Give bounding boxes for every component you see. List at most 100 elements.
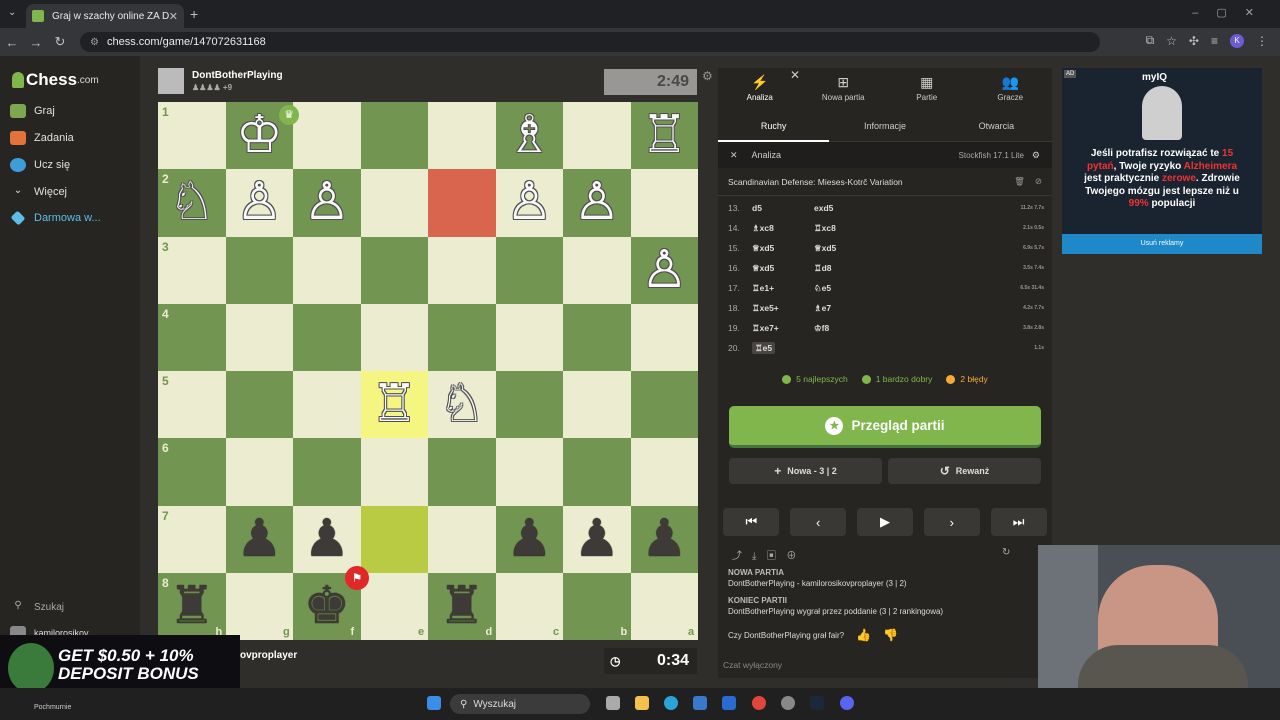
black-move[interactable]: ♗e7 (814, 303, 876, 314)
store-icon[interactable] (722, 696, 736, 710)
white-move[interactable]: ♖xe5+ (752, 303, 814, 314)
black-piece[interactable]: ♟ (563, 506, 631, 573)
board-square[interactable] (630, 169, 698, 237)
tab-new-game[interactable]: ⊞ Nowa partia (802, 68, 886, 108)
white-move[interactable]: ♕xd5 (752, 263, 814, 274)
board-square[interactable] (360, 505, 428, 573)
board-square[interactable] (428, 303, 496, 371)
reload-icon[interactable]: ↻ (48, 34, 72, 50)
board-square[interactable] (428, 505, 496, 573)
site-info-icon[interactable]: ⚙ (90, 37, 99, 48)
game-review-button[interactable]: ★ Przegląd partii (729, 406, 1041, 448)
steam-icon[interactable] (810, 696, 824, 710)
white-move[interactable]: d5 (752, 203, 814, 213)
board-square[interactable] (428, 169, 496, 237)
image-icon[interactable]: ▣ (766, 551, 786, 562)
first-move-button[interactable]: ⏮ (723, 508, 780, 536)
install-icon[interactable]: ⧉ (1146, 33, 1155, 48)
board-square[interactable] (630, 438, 698, 506)
board-square[interactable] (563, 236, 631, 304)
board-square[interactable] (360, 169, 428, 237)
new-tab-icon[interactable]: + (190, 6, 198, 22)
board-square[interactable] (225, 371, 293, 439)
white-piece[interactable]: ♖ (631, 102, 699, 169)
board-square[interactable] (293, 102, 361, 170)
board-square[interactable] (360, 303, 428, 371)
white-piece[interactable]: ♙ (496, 169, 564, 236)
black-move[interactable]: ♖xc8 (814, 223, 876, 234)
white-piece[interactable]: ♖ (361, 371, 429, 438)
tab-games[interactable]: ▦ Partie (885, 68, 969, 108)
app-icon[interactable] (781, 696, 795, 710)
new-game-button[interactable]: + Nowa - 3 | 2 (729, 458, 882, 484)
white-move[interactable]: ♗xc8 (752, 223, 814, 234)
board-square[interactable] (428, 102, 496, 170)
browser-tab[interactable]: Graj w szachy online ZA DARMO ✕ (26, 4, 184, 28)
black-piece[interactable]: ♟ (293, 506, 361, 573)
board-square[interactable] (563, 371, 631, 439)
board-square[interactable] (360, 438, 428, 506)
address-bar[interactable]: ⚙ chess.com/game/147072631168 (80, 32, 1100, 52)
white-piece[interactable]: ♙ (226, 169, 294, 236)
white-move[interactable]: ♖e5 (752, 341, 814, 354)
tab-players[interactable]: 👥 Gracze (969, 68, 1053, 108)
white-piece[interactable]: ♙ (293, 169, 361, 236)
discord-icon[interactable] (840, 696, 854, 710)
sidebar-item-free-week[interactable]: Darmowa w... (10, 210, 101, 226)
board-square[interactable] (360, 102, 428, 170)
bookmark-star-icon[interactable]: ☆ (1166, 34, 1177, 48)
tab-analysis[interactable]: ⚡ Analiza (718, 68, 802, 108)
board-square[interactable] (495, 236, 563, 304)
board-square[interactable] (293, 303, 361, 371)
board-square[interactable] (225, 438, 293, 506)
board-square[interactable] (225, 303, 293, 371)
board-square[interactable] (630, 303, 698, 371)
extensions-icon[interactable]: ✣ (1189, 34, 1199, 48)
disable-icon[interactable]: ⊘ (1035, 176, 1042, 187)
white-move[interactable]: ♖xe7+ (752, 323, 814, 334)
black-move[interactable]: exd5 (814, 203, 876, 213)
subtab-info[interactable]: Informacje (829, 110, 940, 142)
close-icon[interactable]: ✕ (790, 68, 800, 82)
chess-board[interactable]: ♔ ♗ ♖ ♘ ♙ ♙ ♙ ♙ ♙ ♖ ♘ ♟ ♟ ♟ ♟ ♟ ♜ ♚ ♜ 1 2 3 4 5 6 7 8 h g f e d c b a (158, 102, 698, 640)
thumbs-down-icon[interactable]: 👎 (883, 628, 898, 642)
board-square[interactable] (495, 371, 563, 439)
board-square[interactable] (563, 303, 631, 371)
next-move-button[interactable]: › (923, 508, 980, 536)
download-icon[interactable]: ⤓ (752, 551, 766, 562)
last-move-button[interactable]: ⏭ (990, 508, 1047, 536)
sidebar-item-more[interactable]: ⌄ Więcej (10, 185, 67, 199)
white-piece[interactable]: ♘ (428, 371, 496, 438)
edge-icon[interactable] (664, 696, 678, 710)
chesscom-logo[interactable]: Chess .com (12, 70, 99, 90)
board-square[interactable] (360, 236, 428, 304)
share-icon[interactable]: ⤴ (732, 551, 752, 562)
close-analysis-icon[interactable]: ✕ (730, 150, 738, 161)
top-player-name[interactable]: DontBotherPlaying (192, 70, 283, 81)
sidebar-item-learn[interactable]: Ucz się (10, 158, 70, 172)
white-move[interactable]: ♖e1+ (752, 283, 814, 294)
board-square[interactable] (428, 236, 496, 304)
profile-avatar[interactable]: K (1230, 33, 1244, 48)
board-square[interactable] (293, 236, 361, 304)
white-piece[interactable]: ♙ (563, 169, 631, 236)
board-square[interactable] (495, 303, 563, 371)
black-piece[interactable]: ♟ (496, 506, 564, 573)
thumbs-up-icon[interactable]: 👍 (856, 628, 871, 642)
delete-icon[interactable]: 🗑 (1014, 176, 1025, 187)
media-icon[interactable]: ≡ (1211, 34, 1218, 48)
sidebar-item-play[interactable]: Graj (10, 104, 55, 118)
black-move[interactable]: ♔f8 (814, 323, 876, 334)
board-square[interactable] (225, 236, 293, 304)
board-square[interactable] (630, 371, 698, 439)
task-view-icon[interactable] (606, 696, 620, 710)
chrome-icon[interactable] (752, 696, 766, 710)
black-piece[interactable]: ♟ (226, 506, 294, 573)
remove-ads-button[interactable]: Usuń reklamy (1062, 234, 1262, 254)
white-move[interactable]: ♕xd5 (752, 243, 814, 254)
white-piece[interactable]: ♙ (631, 237, 699, 304)
menu-icon[interactable]: ⋮ (1256, 34, 1268, 48)
board-square[interactable] (495, 438, 563, 506)
board-square[interactable] (563, 102, 631, 170)
subtab-moves[interactable]: Ruchy (718, 110, 830, 142)
